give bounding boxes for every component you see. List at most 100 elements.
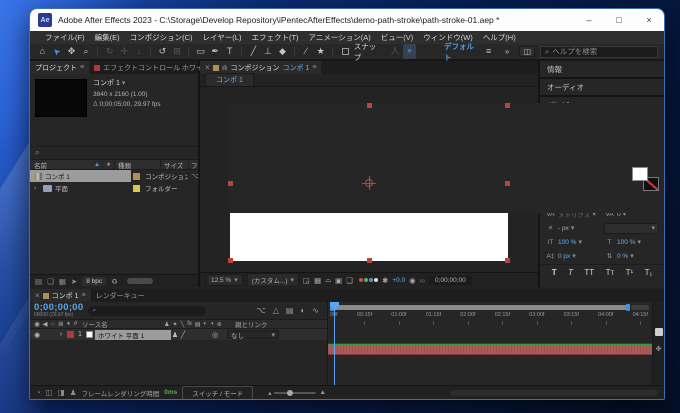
switch-mode-button[interactable]: スイッチ / モード (182, 386, 253, 400)
help-search-input[interactable] (552, 47, 653, 56)
frame-blending-icon[interactable]: ▤ (286, 306, 294, 315)
zoom-tool-icon[interactable]: ⌕ (80, 44, 93, 59)
close-tab-icon[interactable]: × (205, 63, 210, 72)
tab-timeline-comp1[interactable]: × コンポ 1 ≡ (30, 289, 91, 302)
anchor-point[interactable] (365, 179, 373, 187)
selection-handle[interactable] (367, 258, 372, 263)
vertical-scale-control[interactable]: ǀT100 %▾ (545, 238, 600, 246)
layer-label-chip[interactable] (67, 331, 74, 338)
timeline-search-input[interactable] (98, 307, 202, 314)
comp-canvas[interactable] (230, 105, 508, 261)
status-icon-1[interactable]: ◔ (36, 388, 41, 397)
stroke-width-control[interactable]: ≡- px▾ (545, 224, 600, 232)
faux-bold-button[interactable]: T (552, 268, 557, 277)
column-size[interactable]: サイズ (160, 160, 188, 170)
menu-file[interactable]: ファイル(F) (40, 32, 90, 43)
workspace-overflow[interactable]: » (505, 47, 509, 56)
baseline-shift-control[interactable]: A‡0 px▾ (545, 252, 600, 260)
clone-stamp-tool-icon[interactable]: ⊥ (262, 44, 275, 59)
rulers-icon[interactable]: ❑ (346, 276, 353, 285)
transparency-grid-icon[interactable]: ▦ (314, 276, 321, 285)
motion-blur-icon[interactable]: ◐ (204, 321, 208, 328)
rotation-tool-icon[interactable]: ↺ (156, 44, 169, 59)
panel-info[interactable]: 情報 (540, 61, 664, 77)
status-icon-2[interactable]: ◫ (46, 388, 53, 397)
maximize-button[interactable]: □ (604, 9, 634, 31)
tab-render-queue[interactable]: レンダーキュー (91, 289, 150, 302)
pan-behind-tool-icon[interactable]: ⊞ (171, 44, 184, 59)
video-column-icon[interactable]: ◉ (33, 320, 41, 328)
fill-stroke-swatches[interactable] (632, 167, 659, 191)
tab-project[interactable]: プロジェクト ≡ (30, 61, 89, 74)
selected-item-name[interactable]: コンポ 1 ▾ (93, 79, 161, 90)
quality-icon[interactable]: ╲ (181, 321, 185, 328)
selection-tool-icon[interactable]: ➤ (51, 44, 64, 59)
channel-icon[interactable] (359, 278, 378, 282)
pan-hand-icon[interactable]: ✥ (656, 345, 662, 353)
column-name[interactable]: 名前▲ (30, 160, 102, 170)
layer-duration-bar[interactable] (328, 346, 652, 355)
resolution-dropdown[interactable]: (カスタム...)▾ (247, 273, 299, 287)
minimize-button[interactable]: – (574, 9, 604, 31)
magnification-dropdown[interactable]: 12.5 %▾ (206, 274, 243, 286)
status-icon-3[interactable]: ◨ (58, 388, 65, 397)
new-folder-icon[interactable]: ❏ (47, 277, 54, 286)
composition-viewport[interactable] (200, 87, 538, 272)
column-type[interactable]: 種類 (114, 160, 160, 170)
dolly-camera-tool-icon[interactable]: ↓ (133, 44, 146, 59)
selection-handle[interactable] (505, 181, 510, 186)
layer-name[interactable]: ホワイト 平面 1 (95, 330, 171, 340)
small-caps-button[interactable]: Tᴛ (606, 268, 615, 277)
type-tool-icon[interactable]: T (223, 44, 236, 59)
fx-icon[interactable]: fx (187, 321, 192, 328)
close-tab-icon[interactable]: × (35, 291, 40, 300)
snap-checkbox[interactable] (342, 48, 349, 55)
new-composition-icon[interactable]: ▦ (59, 277, 66, 286)
column-label-color[interactable]: ♦ (102, 161, 114, 168)
tsume-control[interactable]: ⇅0 %▾ (604, 252, 659, 260)
bit-depth-button[interactable]: 8 bpc (82, 277, 106, 286)
work-area-end-handle[interactable] (626, 304, 630, 311)
pen-tool-icon[interactable]: ✒ (209, 44, 222, 59)
close-button[interactable]: × (634, 9, 664, 31)
horizontal-scale-control[interactable]: T100 %▾ (604, 238, 659, 246)
selection-handle[interactable] (367, 103, 372, 108)
preview-timecode[interactable]: 0;00;00;00 (429, 276, 472, 285)
solid-color-swatch[interactable] (86, 331, 93, 338)
pan-camera-tool-icon[interactable]: ✛ (118, 44, 131, 59)
menu-composition[interactable]: コンポジション(C) (125, 32, 198, 43)
stroke-style-dropdown[interactable]: ▾ (604, 223, 659, 234)
timeline-horizontal-scrollbar[interactable] (450, 390, 658, 396)
project-scrollbar-thumb[interactable] (127, 278, 153, 284)
snapshot-camera-icon[interactable]: ◉ (409, 276, 416, 285)
menu-help[interactable]: ヘルプ(H) (478, 32, 521, 43)
tab-effect-controls[interactable]: エフェクトコントロール ホワイト (89, 61, 215, 74)
expander-icon[interactable]: › (34, 185, 40, 192)
audio-column-icon[interactable]: ◀ (41, 320, 49, 328)
faux-italic-button[interactable]: T (568, 268, 573, 277)
label-color-chip[interactable] (133, 185, 140, 192)
eraser-tool-icon[interactable]: ◆ (276, 44, 289, 59)
timeline-track-area[interactable]: 00f 00:15f 01:00f 01:15f 02:00f 02:15f 0… (328, 302, 652, 385)
parent-pickwhip-icon[interactable]: ◎ (211, 331, 219, 339)
label-color-chip[interactable] (133, 173, 140, 180)
selection-handle[interactable] (505, 103, 510, 108)
project-item-name-cell[interactable]: コンポ 1 (30, 170, 131, 182)
selection-handle[interactable] (228, 258, 233, 263)
layer-row-1[interactable]: ◉ › 1 ホワイト 平面 1 ♟ ╱ ◎ なし▾ (30, 329, 327, 341)
project-search-input[interactable] (42, 150, 193, 157)
frame-blend-icon[interactable]: ▤ (195, 321, 201, 328)
parent-dropdown[interactable]: なし▾ (227, 330, 279, 339)
layer-quality-icon[interactable]: ╱ (179, 331, 187, 339)
show-snapshot-icon[interactable]: ∞ (420, 276, 425, 285)
workspace-panel-icon[interactable]: ◫ (519, 46, 535, 57)
layer-visibility-icon[interactable]: ◉ (33, 331, 41, 339)
trash-icon[interactable]: ♻ (111, 277, 118, 286)
project-item-name-cell[interactable]: › 平面 (30, 182, 131, 194)
roto-brush-tool-icon[interactable]: ∕ (300, 44, 313, 59)
label-column-icon[interactable]: ♦ (65, 321, 72, 327)
home-tool-icon[interactable]: ⌂ (36, 44, 49, 59)
menu-edit[interactable]: 編集(E) (90, 32, 125, 43)
superscript-button[interactable]: T¹ (626, 268, 634, 277)
parent-link-column[interactable]: 親とリンク (229, 319, 268, 329)
